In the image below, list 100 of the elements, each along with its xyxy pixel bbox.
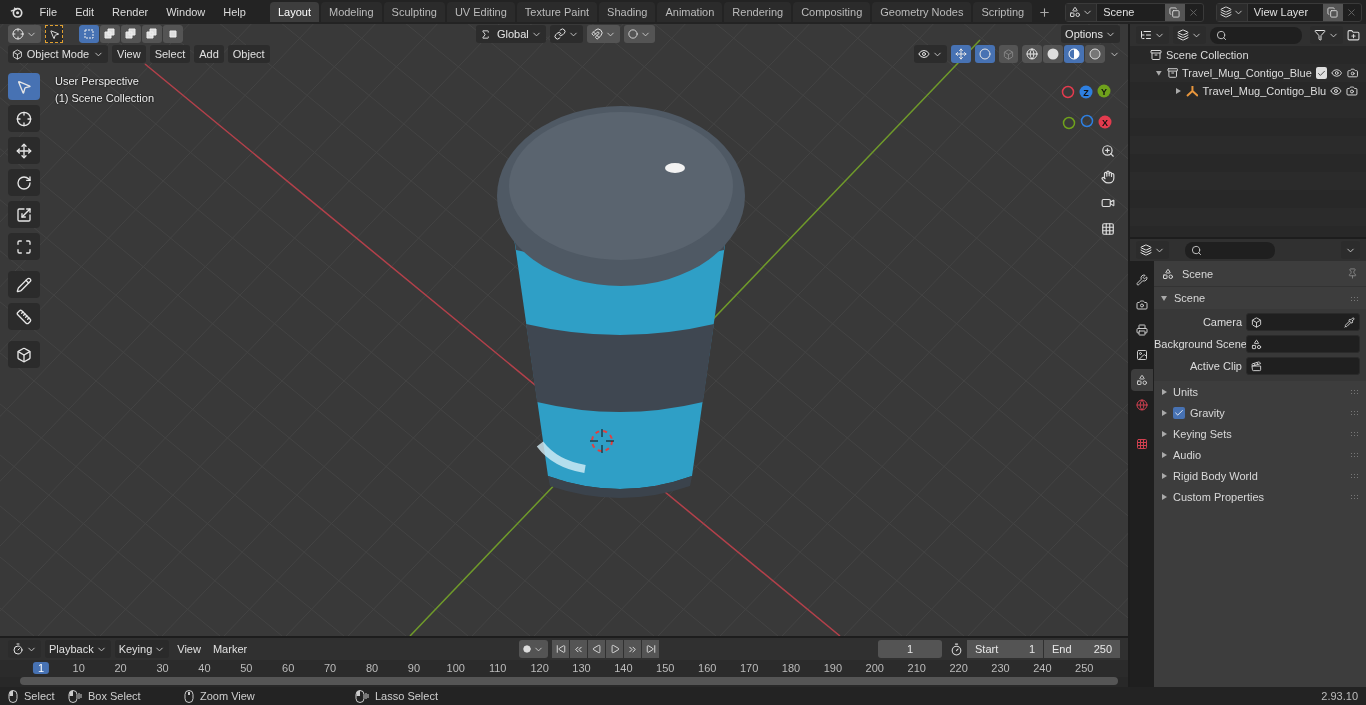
copy-button[interactable]: [1164, 3, 1185, 21]
shading-mode-button[interactable]: [1085, 45, 1105, 63]
transform-orientation-dropdown[interactable]: Global: [476, 25, 546, 43]
transform-tool[interactable]: [8, 233, 40, 260]
shading-mode-button[interactable]: [1064, 45, 1084, 63]
disclosure-triangle-icon[interactable]: [1160, 294, 1168, 302]
play-reverse-button[interactable]: [588, 640, 606, 658]
gravity-checkbox[interactable]: [1173, 406, 1185, 419]
shading-mode-button[interactable]: [1022, 45, 1042, 63]
disclosure-triangle-icon[interactable]: [1160, 450, 1168, 459]
collapsed-panel[interactable]: Audio: [1154, 444, 1366, 465]
workspace-tab[interactable]: Layout: [269, 2, 319, 22]
view-layer-selector[interactable]: View Layer: [1215, 2, 1362, 22]
previous-keyframe-button[interactable]: [570, 640, 588, 658]
disclosure-triangle-icon[interactable]: [1154, 69, 1163, 77]
scene-selector[interactable]: Scene: [1065, 2, 1204, 22]
workspace-tab[interactable]: Sculpting: [383, 2, 445, 22]
scale-tool[interactable]: [8, 201, 40, 228]
negative-axis-handle[interactable]: [1061, 85, 1075, 99]
workspace-tab[interactable]: Compositing: [793, 2, 871, 22]
disclosure-triangle-icon[interactable]: [1160, 429, 1168, 438]
datablock-field[interactable]: [1246, 313, 1360, 331]
disclosure-triangle-icon[interactable]: [1160, 387, 1168, 396]
workspace-tab[interactable]: UV Editing: [446, 2, 515, 22]
outliner-item[interactable]: Scene Collection: [1166, 49, 1358, 61]
select-box-tool[interactable]: [8, 73, 40, 100]
search-field[interactable]: [1185, 241, 1275, 259]
editor-type-button[interactable]: [8, 640, 41, 658]
add-cube-tool[interactable]: [8, 341, 40, 368]
workspace-tab[interactable]: Rendering: [724, 2, 792, 22]
move-tool[interactable]: [8, 137, 40, 164]
outliner-item[interactable]: Travel_Mug_Contigo_Blu: [1202, 85, 1327, 97]
annotate-tool[interactable]: [8, 271, 40, 298]
editor-type-button[interactable]: [1136, 241, 1169, 259]
current-frame-field[interactable]: 1: [878, 640, 942, 658]
3d-viewport[interactable]: Global Options Object Mode View Select Add Object User Perspective (1) Scene Collection Z Y X: [0, 24, 1128, 636]
proportional-edit-button[interactable]: [624, 25, 655, 43]
menu-item[interactable]: Window: [158, 3, 214, 21]
overlay-toggle-button[interactable]: [975, 45, 995, 63]
outliner-item[interactable]: Travel_Mug_Contigo_Blue: [1181, 67, 1312, 79]
collapsed-panel[interactable]: Custom Properties: [1154, 486, 1366, 507]
travel-mug-drawing[interactable]: [497, 106, 745, 498]
collapsed-panel[interactable]: Rigid Body World: [1154, 465, 1366, 486]
selection-mode-button[interactable]: [79, 25, 99, 43]
visibility-icon[interactable]: [1331, 67, 1343, 79]
workspace-tab[interactable]: Animation: [657, 2, 723, 22]
workspace-tab[interactable]: Modeling: [320, 2, 382, 22]
visibility-button[interactable]: [914, 45, 947, 63]
selection-mode-button[interactable]: [142, 25, 162, 43]
gizmo-toggle-button[interactable]: [951, 45, 971, 63]
display-mode-button[interactable]: [1173, 26, 1206, 44]
collapsed-panel[interactable]: Gravity: [1154, 402, 1366, 423]
shading-mode-button[interactable]: [1043, 45, 1063, 63]
search-field[interactable]: [1210, 26, 1302, 44]
workspace-tab[interactable]: Shading: [599, 2, 656, 22]
menu-item[interactable]: Render: [104, 3, 157, 21]
app-logo-icon[interactable]: [10, 5, 24, 19]
timeline-scrollbar[interactable]: [20, 677, 1118, 685]
cursor-tool[interactable]: [8, 105, 40, 132]
editor-type-button[interactable]: [1136, 26, 1169, 44]
properties-tab[interactable]: [1131, 369, 1153, 391]
add-workspace-icon[interactable]: [1038, 5, 1052, 19]
menu-item[interactable]: Edit: [67, 3, 103, 21]
rotate-tool[interactable]: [8, 169, 40, 196]
selection-mode-button[interactable]: [163, 25, 183, 43]
timeline-menu[interactable]: Playback: [45, 640, 111, 658]
disclosure-triangle-icon[interactable]: [1160, 492, 1168, 501]
snap-button[interactable]: [587, 25, 620, 43]
collapsed-panel[interactable]: Keying Sets: [1154, 423, 1366, 444]
visibility-icon[interactable]: [1330, 85, 1343, 97]
selection-mode-button[interactable]: [121, 25, 141, 43]
workspace-tab[interactable]: Geometry Nodes: [872, 2, 972, 22]
stopwatch-icon[interactable]: [950, 642, 963, 656]
timeline-menu[interactable]: Keying: [114, 640, 170, 658]
jump-start-button[interactable]: [552, 640, 570, 658]
menu-item[interactable]: File: [31, 3, 66, 21]
section-header[interactable]: Scene: [1154, 287, 1366, 309]
render-icon[interactable]: [1346, 67, 1358, 79]
negative-axis-handle[interactable]: [1080, 114, 1094, 128]
axis-gizmo-handle[interactable]: X: [1098, 115, 1112, 129]
select-tool-button[interactable]: [45, 25, 63, 43]
jump-end-button[interactable]: [642, 640, 660, 658]
render-icon[interactable]: [1346, 85, 1358, 97]
negative-axis-handle[interactable]: [1062, 116, 1076, 130]
datablock-field[interactable]: [1246, 357, 1360, 375]
timeline-menu[interactable]: View: [173, 640, 205, 658]
header-menu[interactable]: Select: [149, 45, 191, 63]
header-menu[interactable]: Object: [227, 45, 270, 63]
options-dropdown[interactable]: Options: [1061, 25, 1120, 43]
next-keyframe-button[interactable]: [624, 640, 642, 658]
play-button[interactable]: [606, 640, 624, 658]
workspace-tab[interactable]: Texture Paint: [516, 2, 598, 22]
view-layer-name[interactable]: View Layer: [1247, 6, 1323, 18]
pivot-point-button[interactable]: [550, 25, 583, 43]
start-frame-field[interactable]: Start 1: [967, 640, 1043, 658]
new-collection-icon[interactable]: [1347, 28, 1360, 42]
xray-toggle-button[interactable]: [999, 45, 1018, 63]
include-checkbox[interactable]: [1315, 67, 1328, 79]
disclosure-triangle-icon[interactable]: [1173, 87, 1182, 95]
datablock-field[interactable]: [1246, 335, 1360, 353]
